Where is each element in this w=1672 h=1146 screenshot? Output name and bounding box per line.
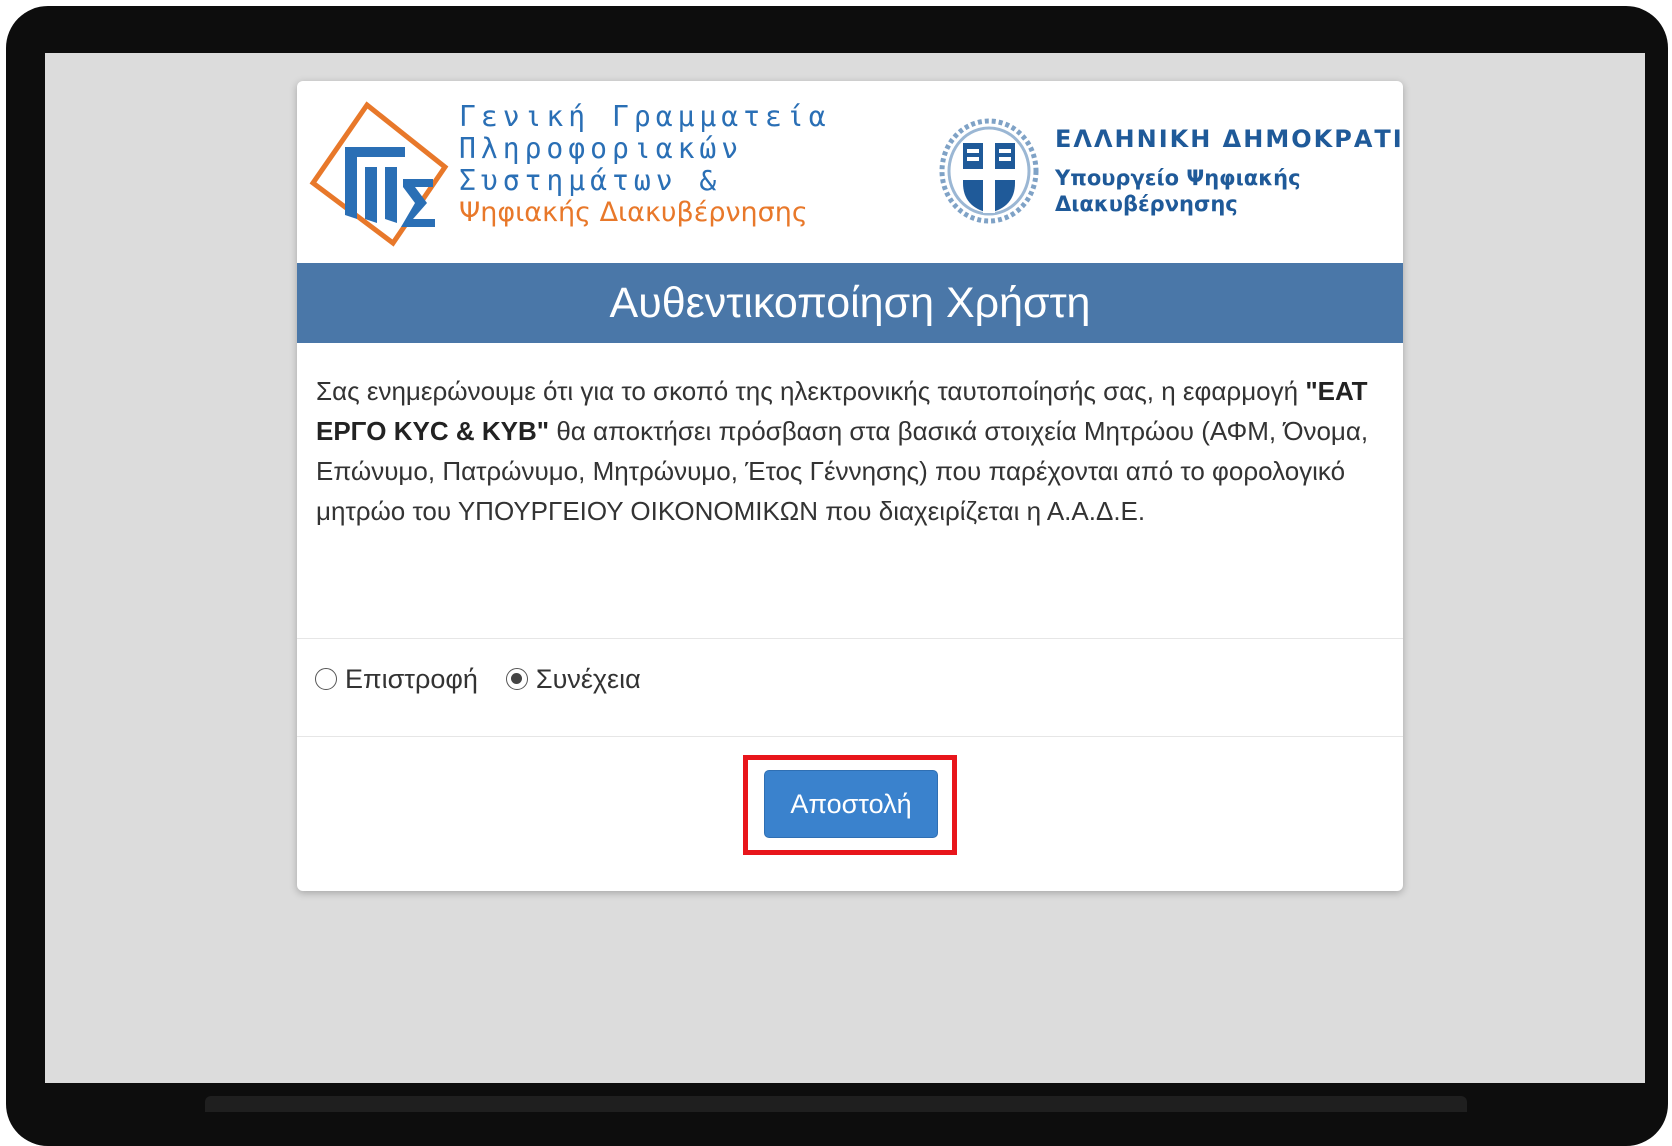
gsis-line-4: Ψηφιακής Διακυβέρνησης	[459, 197, 808, 228]
page-title: Αυθεντικοποίηση Χρήστη	[297, 263, 1403, 343]
radio-return[interactable]: Επιστροφή	[315, 664, 478, 695]
gsis-text: Γενική Γραμματεία Πληροφοριακών Συστημάτ…	[459, 101, 831, 229]
republic-title: ΕΛΛΗΝΙΚΗ ΔΗΜΟΚΡΑΤΙΑ	[1055, 125, 1403, 153]
info-text-before: Σας ενημερώνουμε ότι για το σκοπό της ηλ…	[316, 376, 1306, 406]
radio-continue-label: Συνέχεια	[535, 663, 641, 694]
submit-button[interactable]: Αποστολή	[764, 770, 938, 838]
greek-emblem-icon	[939, 118, 1039, 224]
radio-continue-circle[interactable]	[505, 668, 528, 690]
consent-info-text: Σας ενημερώνουμε ότι για το σκοπό της ηλ…	[316, 371, 1386, 531]
consent-radio-group: Επιστροφή Συνέχεια	[315, 659, 669, 699]
gsis-line-2: Πληροφοριακών	[459, 132, 744, 165]
ministry-name: Υπουργείο Ψηφιακής Διακυβέρνησης	[1055, 165, 1301, 217]
ministry-line-2: Διακυβέρνησης	[1055, 192, 1238, 216]
divider	[297, 638, 1403, 639]
gsis-line-1: Γενική Γραμματεία	[459, 100, 831, 133]
radio-return-label: Επιστροφή	[345, 663, 478, 694]
screen: Γενική Γραμματεία Πληροφοριακών Συστημάτ…	[45, 53, 1645, 1083]
gsis-line-3: Συστημάτων &	[459, 164, 722, 197]
ministry-line-1: Υπουργείο Ψηφιακής	[1055, 166, 1301, 190]
gsis-logo-icon	[309, 101, 449, 247]
auth-card: Γενική Γραμματεία Πληροφοριακών Συστημάτ…	[297, 81, 1403, 891]
radio-return-circle[interactable]	[315, 668, 337, 690]
submit-highlight-box: Αποστολή	[743, 755, 957, 855]
device-bottom-bar	[205, 1096, 1467, 1112]
divider	[297, 736, 1403, 737]
radio-continue[interactable]: Συνέχεια	[505, 663, 641, 695]
logo-header: Γενική Γραμματεία Πληροφοριακών Συστημάτ…	[297, 81, 1403, 263]
